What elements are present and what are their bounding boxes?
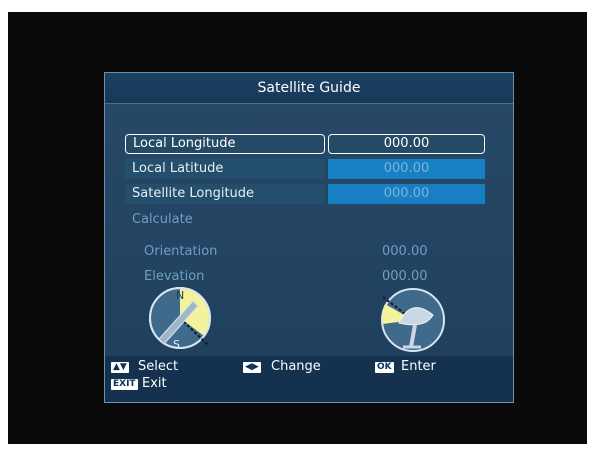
- local-longitude-row[interactable]: Local Longitude 000.00: [125, 134, 485, 154]
- ok-key-icon: OK: [375, 362, 394, 373]
- satellite-guide-dialog: Satellite Guide Local Longitude 000.00 L…: [104, 72, 514, 403]
- dialog-title-bar: Satellite Guide: [105, 73, 513, 104]
- change-hint: Change: [271, 359, 321, 374]
- exit-hint: Exit: [142, 376, 167, 391]
- satellite-longitude-label: Satellite Longitude: [125, 184, 325, 204]
- help-bar: ▲▼ Select ◀▶ Change OK Enter EXIT Exit: [105, 356, 513, 402]
- orientation-label: Orientation: [144, 244, 218, 259]
- tv-screen: Satellite Guide Local Longitude 000.00 L…: [8, 12, 587, 444]
- select-hint: Select: [138, 359, 179, 374]
- change-key-icon: ◀▶: [243, 362, 261, 373]
- local-longitude-field[interactable]: 000.00: [328, 134, 485, 154]
- local-latitude-label: Local Latitude: [125, 159, 325, 179]
- compass-north-label: N: [176, 289, 184, 302]
- satellite-longitude-row[interactable]: Satellite Longitude 000.00: [125, 184, 485, 204]
- local-longitude-label: Local Longitude: [125, 134, 325, 154]
- local-latitude-row[interactable]: Local Latitude 000.00: [125, 159, 485, 179]
- elevation-label: Elevation: [144, 269, 205, 284]
- select-key-icon: ▲▼: [111, 362, 129, 373]
- enter-hint: Enter: [401, 359, 436, 374]
- satellite-longitude-field[interactable]: 000.00: [328, 184, 485, 204]
- satellite-dish-icon: [381, 288, 445, 352]
- orientation-value: 000.00: [382, 244, 428, 259]
- dialog-title: Satellite Guide: [257, 80, 361, 96]
- local-latitude-field[interactable]: 000.00: [328, 159, 485, 179]
- calculate-button[interactable]: Calculate: [132, 212, 193, 227]
- compass-south-label: S: [173, 338, 180, 351]
- exit-key-icon: EXIT: [111, 379, 138, 390]
- compass-icon: N S: [149, 287, 211, 351]
- elevation-value: 000.00: [382, 269, 428, 284]
